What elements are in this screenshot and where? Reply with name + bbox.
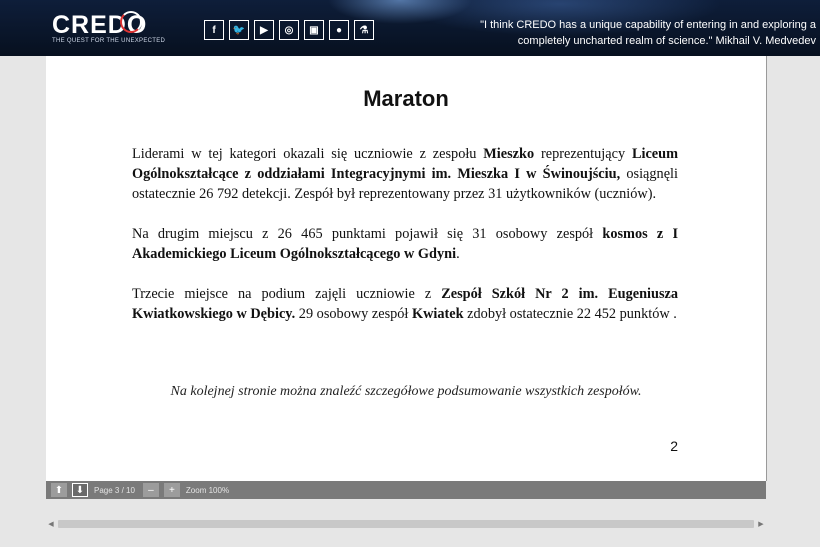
logo-text: CREDO: [52, 11, 148, 39]
page-title: Maraton: [363, 86, 449, 111]
credo-logo[interactable]: CREDO THE QUEST FOR THE UNEXPECTED: [52, 11, 166, 44]
p2-text-2: .: [456, 246, 460, 262]
paragraph-2: Na drugim miejscu z 26 465 punktami poja…: [132, 224, 678, 264]
p1-text-1: Liderami w tej kategori okazali się uczn…: [132, 146, 484, 162]
facebook-icon[interactable]: f: [204, 20, 224, 40]
page-number: 2: [670, 438, 678, 454]
logo-ring-icon: [120, 11, 142, 33]
p1-bold-1: Mieszko: [483, 146, 535, 162]
flask-icon[interactable]: ⚗: [354, 20, 374, 40]
twitter-icon[interactable]: 🐦: [229, 20, 249, 40]
summary-note: Na kolejnej stronie można znaleźć szczeg…: [170, 384, 642, 399]
p3-text-3: zdobył ostatecznie 22 452 punktów .: [463, 306, 677, 322]
zoom-out-button[interactable]: –: [142, 483, 159, 497]
instagram-icon[interactable]: ◎: [279, 20, 299, 40]
scroll-left-icon[interactable]: ◀: [46, 519, 56, 529]
camera-icon[interactable]: ▣: [304, 20, 324, 40]
viewer-toolbar: ⬆ ⬇ Page 3 / 10 – + Zoom 100%: [46, 481, 766, 499]
zoom-indicator: Zoom 100%: [185, 485, 230, 495]
document-page: Maraton Liderami w tej kategori okazali …: [46, 56, 767, 481]
p3-bold-2: Kwiatek: [411, 306, 464, 322]
page-indicator: Page 3 / 10: [94, 485, 135, 495]
paragraph-1: Liderami w tej kategori okazali się uczn…: [132, 144, 678, 204]
p3-text-1: Trzecie miejsce na podium zajęli uczniow…: [132, 286, 442, 302]
scrollbar-thumb[interactable]: [58, 520, 754, 528]
header-quote: "I think CREDO has a unique capability o…: [476, 17, 816, 49]
paragraph-3: Trzecie miejsce na podium zajęli uczniow…: [132, 284, 678, 324]
scroll-right-icon[interactable]: ▶: [756, 519, 766, 529]
logo-tagline: THE QUEST FOR THE UNEXPECTED: [52, 38, 166, 44]
horizontal-scrollbar[interactable]: ◀ ▶: [46, 519, 766, 529]
p2-text-1: Na drugim miejscu z 26 465 punktami poja…: [132, 226, 603, 242]
social-links: f 🐦 ▶ ◎ ▣ ● ⚗: [204, 20, 374, 40]
youtube-icon[interactable]: ▶: [254, 20, 274, 40]
previous-page-button[interactable]: ⬆: [51, 483, 67, 497]
github-icon[interactable]: ●: [329, 20, 349, 40]
site-header: CREDO THE QUEST FOR THE UNEXPECTED f 🐦 ▶…: [0, 0, 820, 56]
zoom-in-button[interactable]: +: [163, 483, 180, 497]
document-body: Liderami w tej kategori okazali się uczn…: [132, 144, 678, 344]
p1-text-2: reprezentujący: [534, 146, 632, 162]
quote-line-1: "I think CREDO has a unique capability o…: [480, 19, 816, 31]
quote-line-2: completely uncharted realm of science." …: [517, 35, 816, 47]
next-page-button[interactable]: ⬇: [72, 483, 88, 497]
p3-text-2: 29 osobowy zespół: [295, 306, 412, 322]
